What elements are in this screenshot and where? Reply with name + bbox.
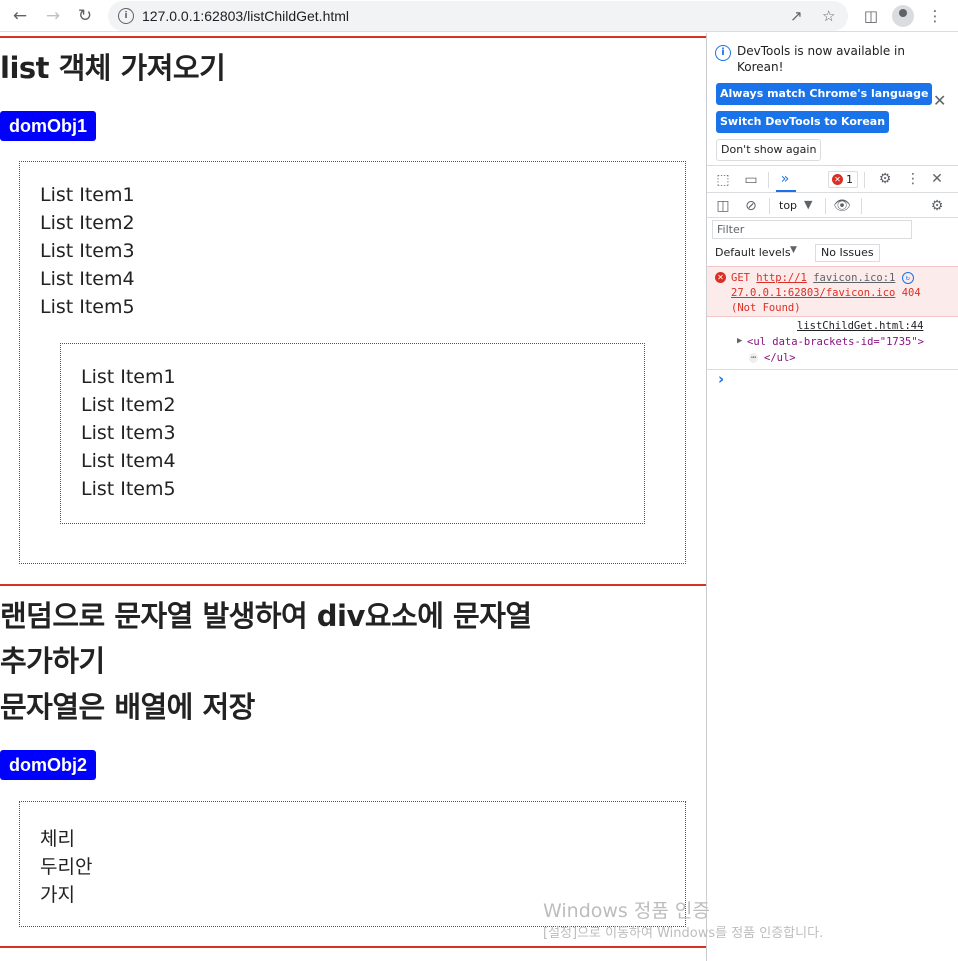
- error-icon: ✕: [832, 174, 843, 185]
- devtools-language-notice: DevTools is now available in Korean!: [737, 44, 905, 74]
- error-source-link[interactable]: favicon.ico:1: [813, 272, 895, 284]
- back-arrow-icon[interactable]: ←: [9, 5, 31, 27]
- close-icon[interactable]: ✕: [933, 91, 946, 110]
- live-expression-eye-icon[interactable]: 👁: [833, 197, 851, 215]
- clear-console-icon[interactable]: ⊘: [742, 197, 760, 215]
- error-icon: ✕: [715, 272, 726, 283]
- filter-row-divider: [707, 217, 958, 218]
- log-element[interactable]: <ul data-brackets-id="1735">: [747, 336, 924, 348]
- page-content: list 객체 가져오기 domObj1 List Item1 List Ite…: [0, 33, 706, 961]
- match-language-button[interactable]: Always match Chrome's language: [716, 83, 933, 105]
- request-url[interactable]: http://1: [756, 272, 807, 284]
- url-text[interactable]: 127.0.0.1:62803/listChildGet.html: [142, 8, 349, 24]
- request-method: GET: [731, 272, 750, 284]
- forward-arrow-icon[interactable]: →: [42, 5, 64, 27]
- section-divider: [0, 946, 706, 948]
- more-tabs-chevron-icon[interactable]: »: [776, 170, 794, 188]
- kebab-menu-icon[interactable]: ⋮: [904, 170, 922, 188]
- share-icon[interactable]: ↗: [790, 7, 803, 25]
- dont-show-again-button[interactable]: Don't show again: [716, 139, 822, 161]
- bookmark-star-icon[interactable]: ☆: [822, 7, 835, 25]
- inspect-element-icon[interactable]: ⬚: [714, 171, 732, 189]
- profile-avatar[interactable]: [892, 5, 914, 27]
- divider: [768, 172, 769, 188]
- address-bar[interactable]: i 127.0.0.1:62803/listChildGet.html ↗ ☆: [108, 1, 848, 31]
- http-status-text: (Not Found): [731, 302, 801, 314]
- list-item: List Item1: [81, 366, 176, 388]
- switch-korean-button[interactable]: Switch DevTools to Korean: [716, 111, 890, 133]
- activation-watermark-title: Windows 정품 인증: [543, 900, 710, 922]
- list-item: List Item5: [40, 296, 135, 318]
- divider: [825, 198, 826, 214]
- divider: [864, 172, 865, 188]
- error-count-badge[interactable]: ✕ 1: [828, 171, 858, 188]
- console-settings-gear-icon[interactable]: ⚙: [928, 197, 946, 215]
- list-item: List Item4: [81, 450, 176, 472]
- list-item: List Item1: [40, 184, 135, 206]
- context-dropdown-icon[interactable]: ▼: [804, 198, 812, 211]
- sidebar-toggle-icon[interactable]: ◫: [714, 197, 732, 215]
- console-error-row[interactable]: ✕ GET http://1 favicon.ico:1 ↻ 27.0.0.1:…: [707, 266, 958, 317]
- network-panel-icon[interactable]: ↻: [901, 272, 914, 284]
- close-devtools-icon[interactable]: ✕: [928, 170, 946, 188]
- info-icon: i: [715, 45, 731, 61]
- reload-icon[interactable]: ↻: [74, 5, 96, 27]
- list-item: List Item5: [81, 478, 176, 500]
- levels-dropdown-icon[interactable]: ▼: [790, 245, 797, 255]
- log-divider: [707, 369, 958, 370]
- console-filter-input[interactable]: Filter: [712, 220, 912, 239]
- section-divider: [0, 584, 706, 586]
- list-item: List Item3: [81, 422, 176, 444]
- list-item: List Item4: [40, 268, 135, 290]
- log-source-link[interactable]: listChildGet.html:44: [797, 320, 923, 332]
- section2-heading-line2: 추가하기: [0, 644, 105, 678]
- section1-heading: list 객체 가져오기: [0, 51, 226, 85]
- divider: [769, 198, 770, 214]
- devtools-toolbar: [707, 165, 958, 166]
- list-item: 두리안: [40, 856, 93, 878]
- divider: [861, 198, 862, 214]
- context-selector[interactable]: top: [779, 199, 797, 212]
- collapsed-ellipsis[interactable]: ⋯: [749, 353, 759, 363]
- domobj2-button[interactable]: domObj2: [0, 750, 97, 780]
- activation-watermark-subtitle: [설정]으로 이동하여 Windows를 정품 인증합니다.: [543, 926, 824, 941]
- outer-list-box: List Item1 List Item2 List Item3 List It…: [19, 161, 686, 564]
- list-item: List Item3: [40, 240, 135, 262]
- log-element-close: </ul>: [764, 352, 796, 364]
- settings-gear-icon[interactable]: ⚙: [876, 170, 894, 188]
- menu-kebab-icon[interactable]: ⋮: [924, 5, 946, 27]
- side-panel-icon[interactable]: ◫: [860, 5, 882, 27]
- default-levels-dropdown[interactable]: Default levels: [715, 246, 791, 259]
- info-icon[interactable]: i: [118, 8, 134, 24]
- list-item: List Item2: [40, 212, 135, 234]
- list-item: 체리: [40, 828, 75, 850]
- domobj1-button[interactable]: domObj1: [0, 111, 97, 141]
- section2-heading-line1: 랜덤으로 문자열 발생하여 div요소에 문자열: [0, 599, 532, 633]
- section2-heading-line3: 문자열은 배열에 저장: [0, 690, 255, 724]
- console-toolbar: [707, 192, 958, 193]
- console-prompt-icon[interactable]: ›: [718, 370, 724, 388]
- list-item: List Item2: [81, 394, 176, 416]
- http-status: 404: [901, 287, 921, 299]
- section-divider: [0, 36, 706, 38]
- browser-toolbar: ← → ↻ i 127.0.0.1:62803/listChildGet.htm…: [0, 0, 958, 32]
- device-toolbar-icon[interactable]: ▭: [742, 171, 760, 189]
- list-item: 가지: [40, 884, 75, 906]
- request-url-continued[interactable]: 27.0.0.1:62803/favicon.ico: [731, 287, 895, 299]
- devtools-panel: i DevTools is now available in Korean! ✕…: [706, 33, 958, 961]
- issues-button[interactable]: No Issues: [815, 244, 880, 262]
- expand-triangle-icon[interactable]: ▶: [737, 336, 742, 346]
- error-count: 1: [846, 173, 853, 186]
- inner-list-box: List Item1 List Item2 List Item3 List It…: [60, 343, 645, 524]
